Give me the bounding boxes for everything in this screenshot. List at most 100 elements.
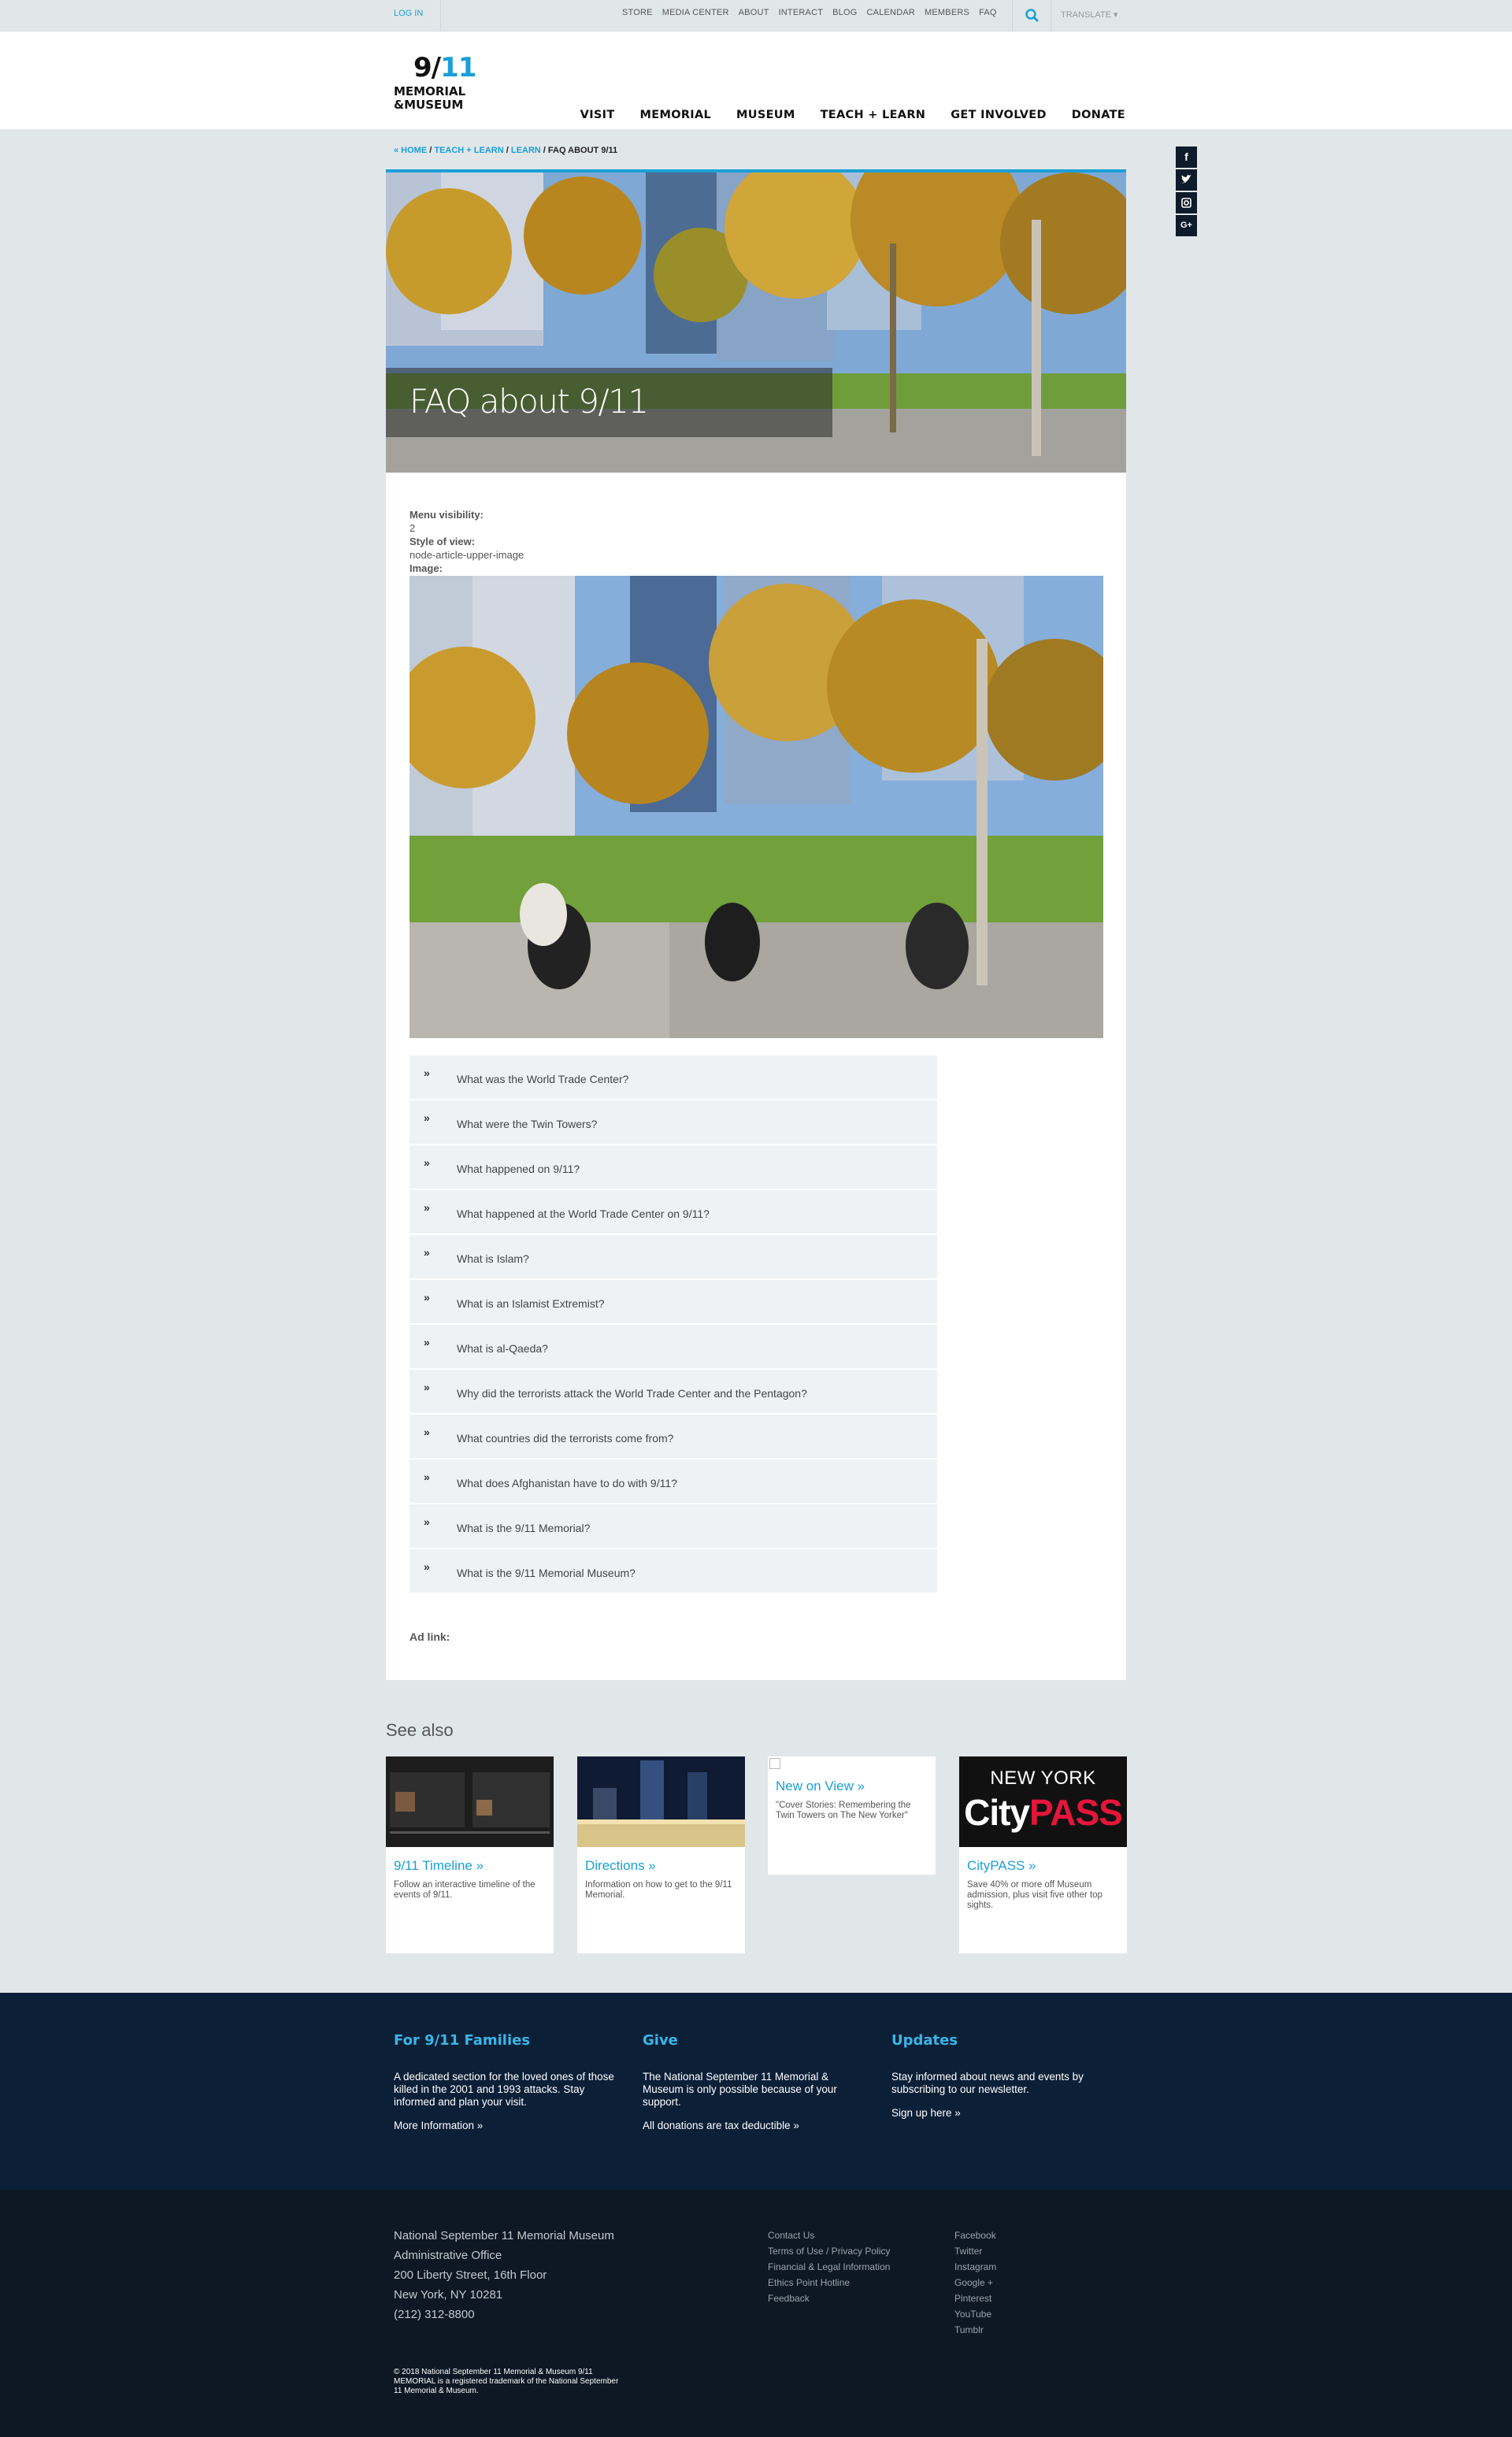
faq-question[interactable]: What is an Islamist Extremist? (457, 1297, 605, 1310)
chevron-right-icon: » (424, 1560, 430, 1573)
faq-question[interactable]: What happened at the World Trade Center … (457, 1207, 710, 1220)
faq-item[interactable]: » What countries did the terrorists come … (410, 1415, 937, 1458)
faq-item[interactable]: » What is al-Qaeda? (410, 1325, 937, 1368)
login-link[interactable]: LOG IN (394, 0, 442, 32)
tile-description: Save 40% or more off Museum admission, p… (967, 1880, 1102, 1910)
see-also-heading: See also (386, 1720, 454, 1740)
footer-link-contact[interactable]: Contact Us (768, 2227, 890, 2243)
util-link-faq[interactable]: FAQ (979, 8, 997, 17)
util-link-blog[interactable]: BLOG (832, 8, 857, 17)
nav-memorial[interactable]: MEMORIAL (640, 109, 712, 121)
search-button[interactable] (1012, 0, 1051, 32)
field-value-style: node-article-upper-image (410, 549, 524, 561)
logo-number-blue: 11 (440, 52, 476, 83)
nav-get-involved[interactable]: GET INVOLVED (951, 109, 1047, 121)
footer-link-twitter[interactable]: Twitter (954, 2243, 996, 2259)
hero-title-banner: FAQ about 9/11 (386, 368, 832, 437)
instagram-icon[interactable] (1176, 192, 1197, 213)
faq-item[interactable]: » What happened on 9/11? (410, 1145, 937, 1189)
faq-question[interactable]: What were the Twin Towers? (457, 1118, 597, 1130)
util-link-interact[interactable]: INTERACT (779, 8, 824, 17)
see-also-tile-directions[interactable]: Directions » Information on how to get t… (577, 1756, 745, 1953)
faq-item[interactable]: » What were the Twin Towers? (410, 1100, 937, 1144)
promo-link[interactable]: Sign up here » (891, 2107, 1112, 2119)
faq-item[interactable]: » Why did the terrorists attack the World… (410, 1370, 937, 1413)
promo-heading[interactable]: For 9/11 Families (394, 2032, 614, 2049)
breadcrumb-learn[interactable]: LEARN (511, 146, 541, 155)
util-link-members[interactable]: MEMBERS (925, 8, 969, 17)
site-logo[interactable]: 9/11 MEMORIAL &MUSEUM (394, 52, 488, 113)
breadcrumb-teach-learn[interactable]: TEACH + LEARN (434, 146, 503, 155)
faq-item[interactable]: » What is Islam? (410, 1235, 937, 1278)
nav-visit[interactable]: VISIT (580, 109, 615, 121)
promo-updates: Updates Stay informed about news and eve… (891, 2032, 1112, 2119)
promo-band: For 9/11 Families A dedicated section fo… (0, 1993, 1512, 2190)
faq-question[interactable]: What is al-Qaeda? (457, 1342, 548, 1355)
util-link-store[interactable]: STORE (622, 8, 653, 17)
tile-title[interactable]: New on View » (776, 1779, 928, 1794)
field-label-style: Style of view: (410, 536, 476, 547)
faq-item[interactable]: » What is the 9/11 Memorial? (410, 1504, 937, 1548)
facebook-icon[interactable]: f (1176, 147, 1197, 168)
footer-link-youtube[interactable]: YouTube (954, 2306, 996, 2322)
footer-address: National September 11 Memorial Museum Ad… (394, 2226, 614, 2324)
site-header: 9/11 MEMORIAL &MUSEUM VISIT MEMORIAL MUS… (0, 32, 1512, 129)
chevron-right-icon: » (424, 1201, 430, 1214)
chevron-right-icon: » (424, 1381, 430, 1393)
see-also-tile-citypass[interactable]: NEW YORK CityPASS CityPASS » Save 40% or… (959, 1756, 1127, 1953)
tile-title[interactable]: CityPASS » (967, 1858, 1119, 1874)
faq-question[interactable]: What was the World Trade Center? (457, 1073, 628, 1085)
promo-heading[interactable]: Updates (891, 2032, 1112, 2049)
google-plus-icon[interactable]: G+ (1176, 215, 1197, 236)
faq-item[interactable]: » What happened at the World Trade Center… (410, 1190, 937, 1233)
faq-question[interactable]: What happened on 9/11? (457, 1163, 580, 1175)
tile-title[interactable]: Directions » (585, 1858, 737, 1874)
promo-link[interactable]: All donations are tax deductible » (643, 2120, 863, 2131)
node-fields: Menu visibility: 2 Style of view: node-a… (410, 508, 524, 575)
footer-link-instagram[interactable]: Instagram (954, 2259, 996, 2275)
search-icon (1025, 9, 1039, 22)
faq-question[interactable]: What is the 9/11 Memorial? (457, 1522, 590, 1534)
faq-item[interactable]: » What is the 9/11 Memorial Museum? (410, 1549, 937, 1593)
faq-item[interactable]: » What was the World Trade Center? (410, 1055, 937, 1099)
logo-line-2: &MUSEUM (394, 98, 464, 112)
faq-list: » What was the World Trade Center? » What … (410, 1055, 937, 1594)
faq-question[interactable]: Why did the terrorists attack the World … (457, 1387, 807, 1400)
promo-heading[interactable]: Give (643, 2032, 863, 2049)
footer-link-tumblr[interactable]: Tumblr (954, 2322, 996, 2338)
body-image (410, 576, 1103, 1038)
faq-question[interactable]: What is the 9/11 Memorial Museum? (457, 1567, 636, 1579)
faq-item[interactable]: » What is an Islamist Extremist? (410, 1280, 937, 1323)
broken-image-icon (769, 1758, 780, 1769)
chevron-right-icon: » (424, 1336, 430, 1348)
nav-teach-learn[interactable]: TEACH + LEARN (821, 109, 926, 121)
faq-item[interactable]: » What does Afghanistan have to do with 9… (410, 1460, 937, 1503)
faq-question[interactable]: What countries did the terrorists come f… (457, 1432, 673, 1445)
nav-museum[interactable]: MUSEUM (736, 109, 795, 121)
promo-link[interactable]: More Information » (394, 2120, 614, 2131)
see-also-tile-new-on-view[interactable]: New on View » "Cover Stories: Rememberin… (768, 1756, 936, 1875)
footer-link-google-plus[interactable]: Google + (954, 2275, 996, 2290)
breadcrumb-home[interactable]: « HOME (394, 146, 427, 155)
util-link-media-center[interactable]: MEDIA CENTER (662, 8, 729, 17)
footer-link-financial[interactable]: Financial & Legal Information (768, 2259, 890, 2275)
footer-link-terms[interactable]: Terms of Use / Privacy Policy (768, 2243, 890, 2259)
utility-bar: LOG IN STORE MEDIA CENTER ABOUT INTERACT… (0, 0, 1512, 32)
tile-title[interactable]: 9/11 Timeline » (394, 1858, 546, 1874)
footer-link-feedback[interactable]: Feedback (768, 2290, 890, 2306)
nav-donate[interactable]: DONATE (1072, 109, 1125, 121)
see-also-tile-timeline[interactable]: 9/11 Timeline » Follow an interactive ti… (386, 1756, 554, 1953)
util-link-about[interactable]: ABOUT (739, 8, 769, 17)
footer-link-pinterest[interactable]: Pinterest (954, 2290, 996, 2306)
faq-question[interactable]: What does Afghanistan have to do with 9/… (457, 1477, 677, 1489)
chevron-right-icon: » (424, 1156, 430, 1169)
footer-link-ethics[interactable]: Ethics Point Hotline (768, 2275, 890, 2290)
twitter-icon[interactable] (1176, 169, 1197, 191)
directions-thumbnail (577, 1756, 745, 1847)
translate-dropdown[interactable]: TRANSLATE ▾ (1061, 9, 1118, 20)
promo-give: Give The National September 11 Memorial … (643, 2032, 863, 2131)
faq-question[interactable]: What is Islam? (457, 1252, 529, 1265)
chevron-right-icon: » (424, 1246, 430, 1259)
footer-link-facebook[interactable]: Facebook (954, 2227, 996, 2243)
util-link-calendar[interactable]: CALENDAR (867, 8, 916, 17)
